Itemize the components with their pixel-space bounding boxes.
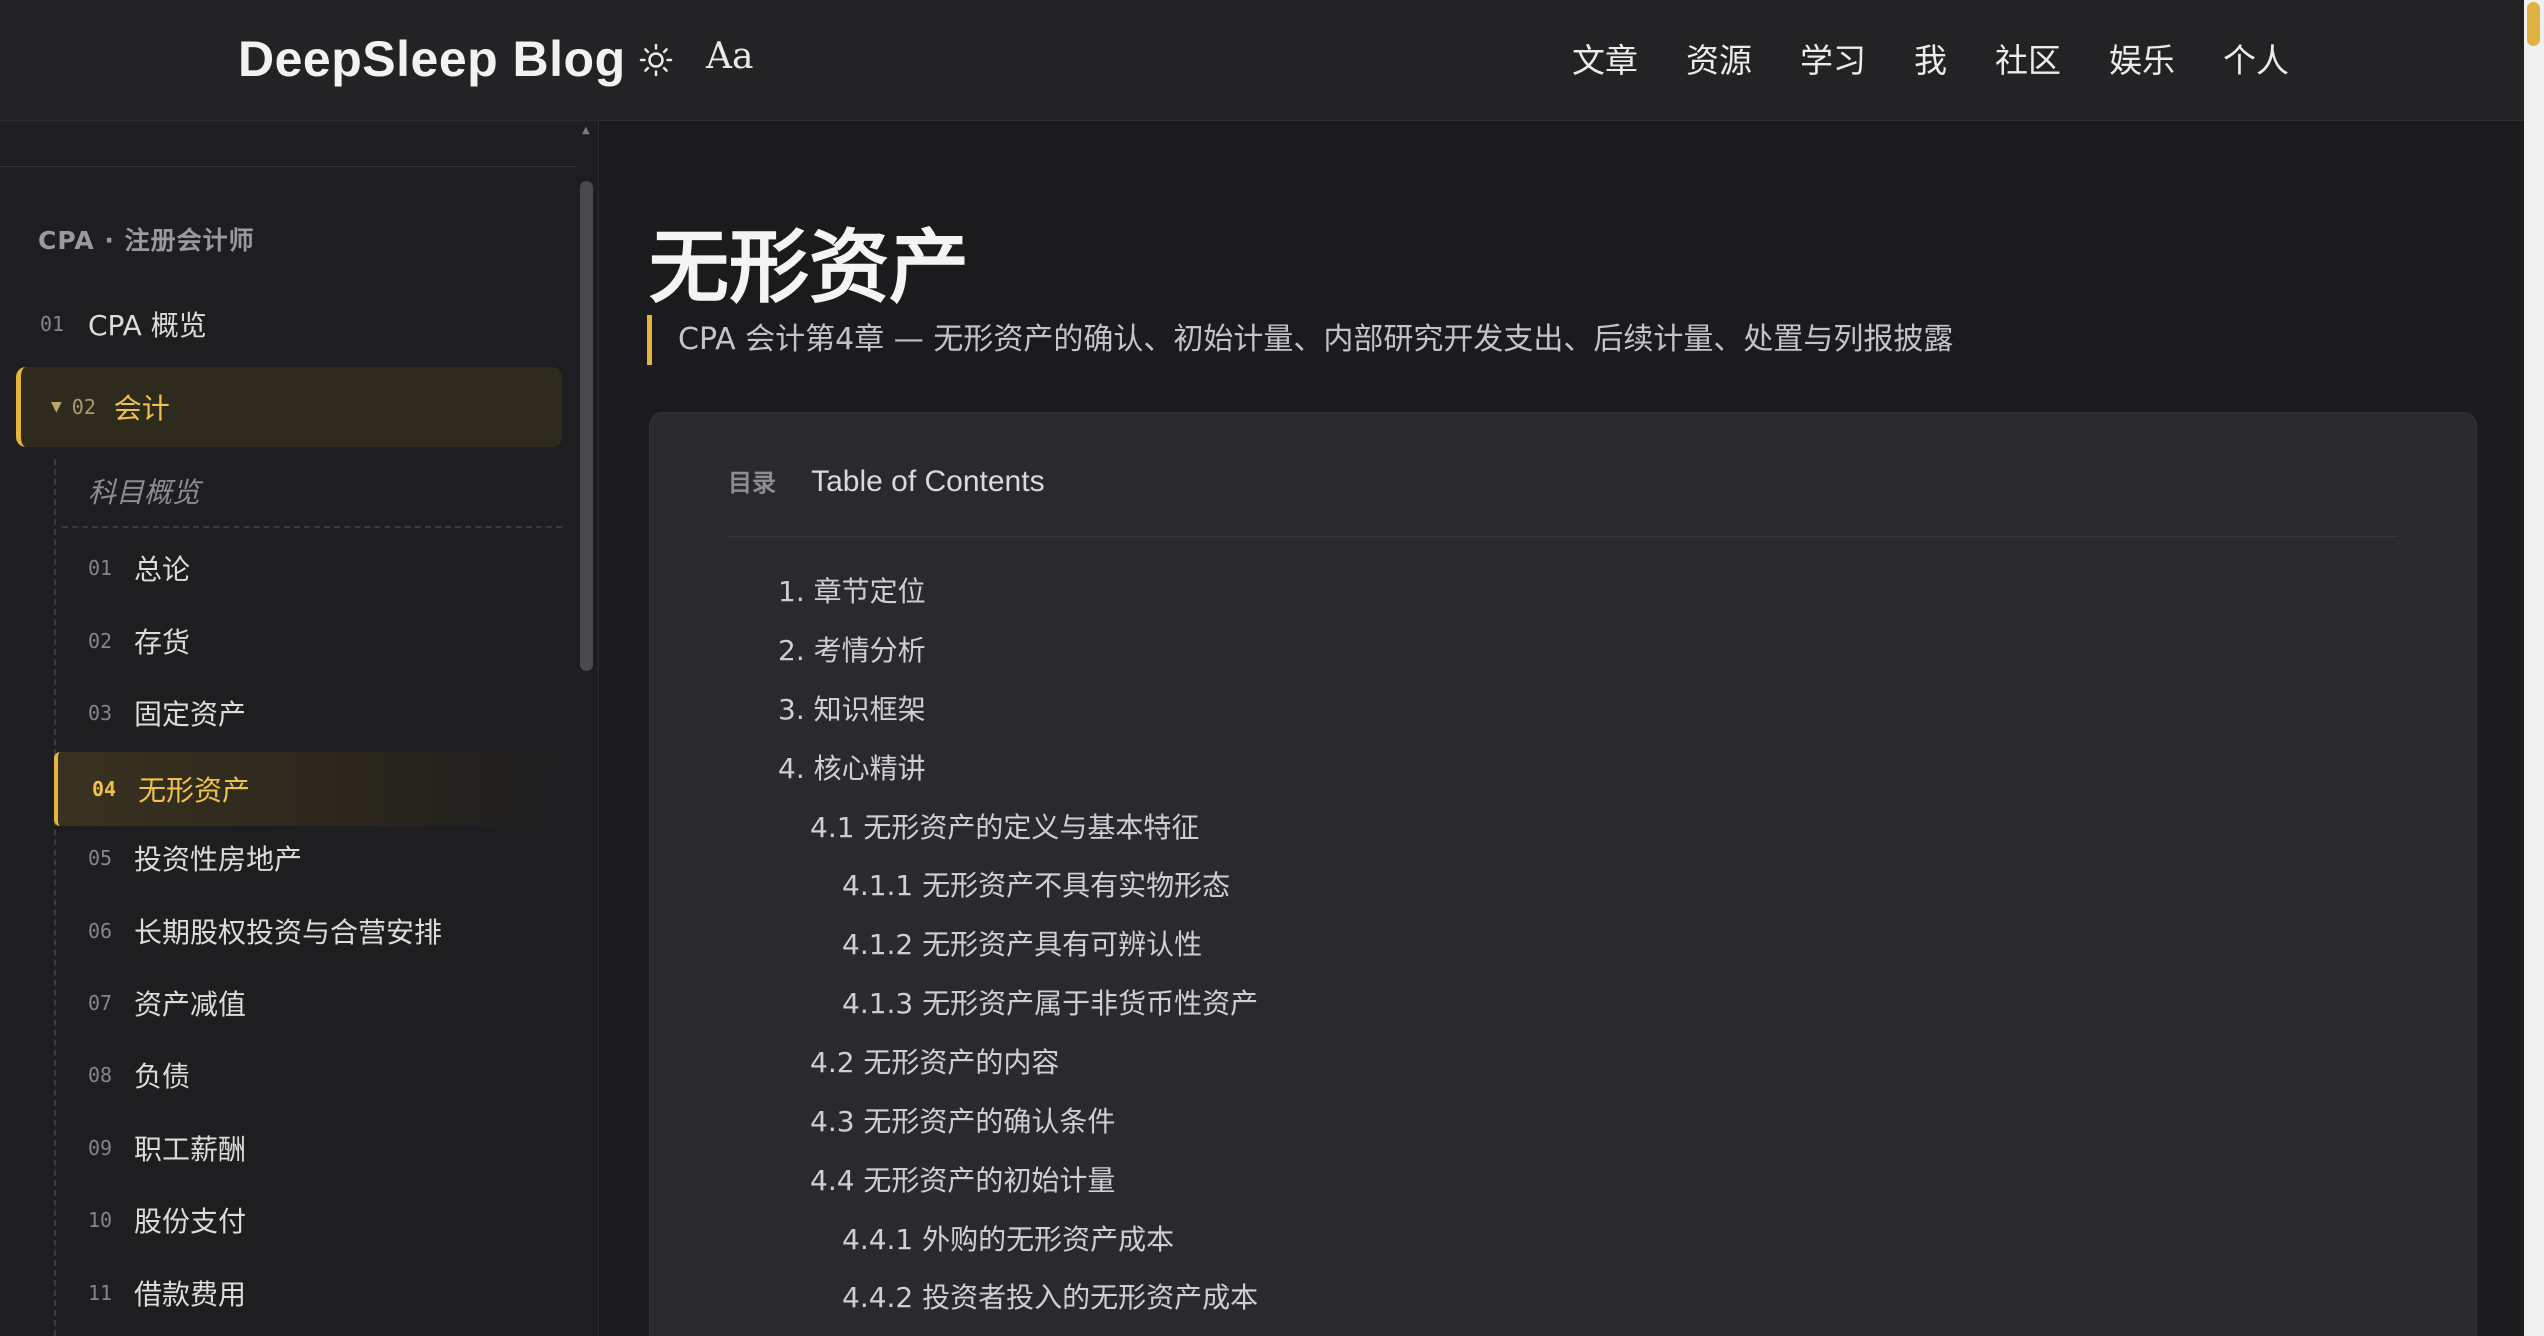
nav-item-community[interactable]: 社区 (1995, 34, 2061, 82)
sidebar-chapter[interactable]: 10 股份支付 (88, 1190, 246, 1250)
chapter-number: 05 (88, 846, 113, 870)
sidebar-chapter[interactable]: 05 投资性房地产 (88, 828, 302, 888)
subject-divider (62, 526, 562, 528)
sidebar-divider (0, 166, 576, 167)
nav-item-articles[interactable]: 文章 (1572, 34, 1638, 82)
chapter-label: 负债 (134, 1060, 191, 1093)
chapter-label: 资产减值 (134, 988, 247, 1021)
site-brand[interactable]: DeepSleep Blog (238, 30, 626, 88)
chapter-number: 04 (92, 777, 117, 801)
chapter-number: 02 (88, 629, 113, 653)
toc-link[interactable]: 4.2 无形资产的内容 (810, 1041, 1059, 1081)
nav-item-entertainment[interactable]: 娱乐 (2109, 34, 2175, 82)
toc-link[interactable]: 2. 考情分析 (778, 629, 926, 669)
nav-item-me[interactable]: 我 (1914, 34, 1947, 82)
sidebar-chapter-active[interactable]: 04 无形资产 (54, 752, 562, 826)
scroll-up-arrow-icon[interactable]: ▲ (582, 125, 590, 136)
sidebar-item-cpa-overview[interactable]: 01 CPA 概览 (40, 299, 207, 349)
chapter-label: 借款费用 (134, 1278, 247, 1311)
main-nav: 文章 资源 学习 我 社区 娱乐 个人 (1572, 34, 2289, 82)
chapter-number: 10 (88, 1208, 113, 1232)
toc-link[interactable]: 4.4.1 外购的无形资产成本 (842, 1218, 1174, 1258)
font-size-toggle[interactable]: Aa (706, 36, 753, 77)
tree-guide-line (54, 459, 57, 1336)
chapter-label: 长期股权投资与合营安排 (134, 916, 443, 949)
sun-icon[interactable] (634, 38, 678, 82)
chapter-label: 职工薪酬 (134, 1133, 247, 1166)
chapter-label: 存货 (134, 626, 191, 659)
toc-link[interactable]: 1. 章节定位 (778, 570, 926, 610)
toc-link[interactable]: 4.1.3 无形资产属于非货币性资产 (842, 982, 1258, 1022)
chapter-number: 07 (88, 991, 113, 1015)
toc-link[interactable]: 3. 知识框架 (778, 688, 926, 728)
item-number: 01 (40, 312, 65, 336)
sidebar-chapter[interactable]: 03 固定资产 (88, 683, 246, 743)
toc-tag: 目录 (728, 469, 776, 497)
toc-divider (728, 536, 2398, 537)
item-label: 会计 (113, 392, 170, 425)
nav-item-personal[interactable]: 个人 (2223, 34, 2289, 82)
item-number: 02 (71, 395, 96, 419)
table-of-contents: 目录 Table of Contents 1. 章节定位 2. 考情分析 3. … (649, 412, 2477, 1336)
sidebar-chapter[interactable]: 08 负债 (88, 1045, 190, 1105)
sidebar-chapter[interactable]: 09 职工薪酬 (88, 1118, 246, 1178)
window-scrollbar[interactable] (2524, 0, 2544, 1336)
chapter-number: 06 (88, 919, 113, 943)
nav-item-learning[interactable]: 学习 (1800, 34, 1866, 82)
sidebar-chapter[interactable]: 11 借款费用 (88, 1263, 246, 1323)
sidebar-chapter[interactable]: 01 总论 (88, 538, 190, 598)
sidebar-scrollbar[interactable] (580, 181, 593, 671)
sidebar-chapter[interactable]: 02 存货 (88, 611, 190, 671)
top-header: DeepSleep Blog Aa 文章 资源 学习 我 社区 娱乐 个人 (0, 0, 2524, 121)
toc-link[interactable]: 4.3 无形资产的确认条件 (810, 1100, 1115, 1140)
sidebar-chapter[interactable]: 06 长期股权投资与合营安排 (88, 901, 442, 961)
sidebar: ▲ CPA · 注册会计师 01 CPA 概览 ▼ 02 会计 科目概览 01 … (0, 121, 599, 1336)
chapter-label: 总论 (134, 553, 191, 586)
chapter-number: 03 (88, 701, 113, 725)
toc-link[interactable]: 4.1.1 无形资产不具有实物形态 (842, 864, 1230, 904)
toc-link[interactable]: 4.1 无形资产的定义与基本特征 (810, 806, 1199, 846)
page-title: 无形资产 (649, 220, 969, 314)
toc-title: Table of Contents (811, 465, 1045, 498)
toc-link[interactable]: 4.4.2 投资者投入的无形资产成本 (842, 1276, 1258, 1316)
chapter-label: 无形资产 (138, 774, 251, 807)
window-scrollbar-thumb[interactable] (2527, 2, 2540, 46)
chapter-number: 01 (88, 556, 113, 580)
page: DeepSleep Blog Aa 文章 资源 学习 我 社区 娱乐 个人 ▲ … (0, 0, 2544, 1336)
chapter-label: 股份支付 (134, 1205, 247, 1238)
toc-link[interactable]: 4. 核心精讲 (778, 747, 926, 787)
page-subtitle: CPA 会计第4章 — 无形资产的确认、初始计量、内部研究开发支出、后续计量、处… (647, 315, 1953, 365)
main-content: 无形资产 CPA 会计第4章 — 无形资产的确认、初始计量、内部研究开发支出、后… (599, 121, 2524, 1336)
toc-link[interactable]: 4.1.2 无形资产具有可辨认性 (842, 923, 1202, 963)
nav-item-resources[interactable]: 资源 (1686, 34, 1752, 82)
sidebar-item-accounting[interactable]: ▼ 02 会计 (16, 367, 562, 447)
chapter-number: 09 (88, 1136, 113, 1160)
chapter-label: 投资性房地产 (134, 843, 303, 876)
sidebar-item-subject-overview[interactable]: 科目概览 (88, 471, 200, 511)
toc-header: 目录 Table of Contents (728, 463, 1045, 499)
sidebar-chapter[interactable]: 07 资产减值 (88, 973, 246, 1033)
chapter-label: 固定资产 (134, 698, 247, 731)
caret-down-icon[interactable]: ▼ (51, 399, 62, 415)
sidebar-section-title: CPA · 注册会计师 (38, 226, 255, 255)
item-label: CPA 概览 (88, 309, 207, 342)
chapter-number: 08 (88, 1063, 113, 1087)
chapter-number: 11 (88, 1281, 113, 1305)
toc-link[interactable]: 4.4 无形资产的初始计量 (810, 1159, 1115, 1199)
